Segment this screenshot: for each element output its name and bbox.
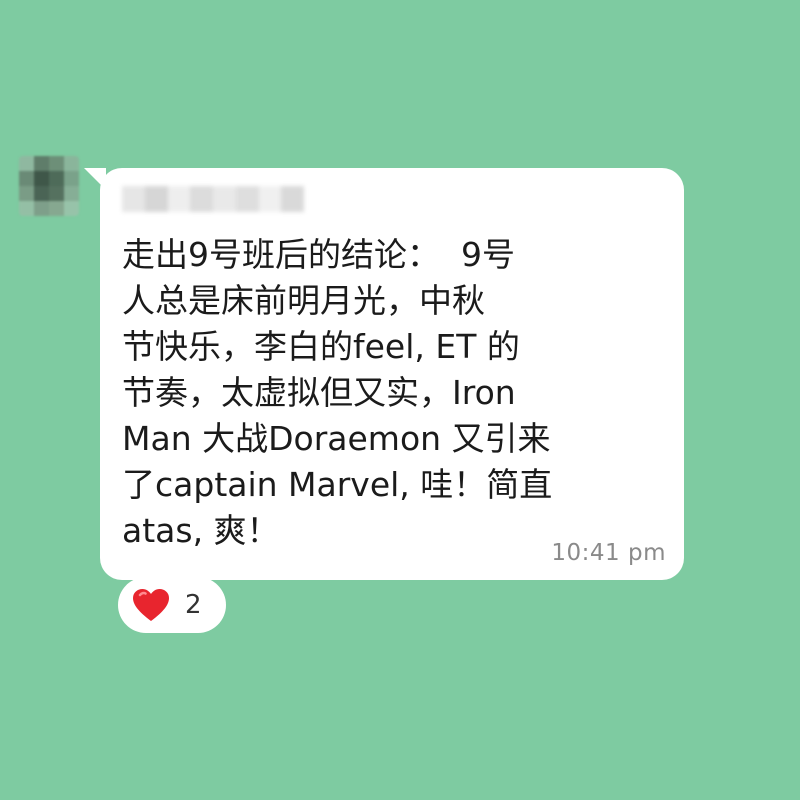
- avatar[interactable]: [19, 156, 79, 216]
- heart-icon: [133, 589, 169, 621]
- message-text: 走出9号班后的结论： 9号 人总是床前明月光，中秋 节快乐，李白的feel, E…: [122, 232, 642, 554]
- reaction-badge[interactable]: 2: [118, 577, 226, 633]
- message-line: 人总是床前明月光，中秋: [122, 281, 485, 320]
- message-timestamp: 10:41 pm: [551, 540, 666, 566]
- sender-name-blurred: [122, 186, 304, 212]
- message-line: 节快乐，李白的feel, ET 的: [122, 327, 520, 366]
- message-line: Man 大战Doraemon 又引来: [122, 419, 551, 458]
- message-line: 走出9号班后的结论： 9号: [122, 235, 515, 274]
- reaction-count: 2: [185, 590, 202, 620]
- message-line: 节奏，太虚拟但又实，Iron: [122, 373, 516, 412]
- message-line: 了captain Marvel, 哇！简直: [122, 465, 553, 504]
